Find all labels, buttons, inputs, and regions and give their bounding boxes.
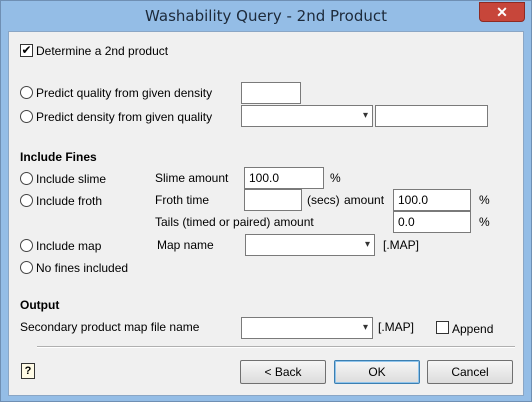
predict-quality-radio[interactable] — [20, 86, 33, 99]
separator — [37, 346, 515, 348]
froth-amount-label: amount — [344, 193, 385, 207]
slime-amount-input[interactable]: 100.0 — [244, 167, 324, 189]
slime-unit: % — [330, 171, 341, 185]
tails-label: Tails (timed or paired) amount — [155, 215, 314, 229]
chevron-down-icon: ▾ — [362, 322, 368, 333]
include-froth-radio[interactable] — [20, 194, 33, 207]
map-name-extension: [.MAP] — [383, 238, 420, 252]
include-slime-radio[interactable] — [20, 172, 33, 185]
predict-density-label: Predict density from given quality — [36, 110, 213, 124]
include-fines-heading: Include Fines — [20, 150, 97, 164]
froth-time-input[interactable] — [244, 189, 302, 211]
include-map-radio[interactable] — [20, 239, 33, 252]
include-froth-label: Include froth — [36, 194, 103, 208]
predict-density-quality-select[interactable]: ▾ — [241, 105, 373, 127]
tails-amount-input[interactable]: 0.0 — [393, 211, 471, 233]
help-icon[interactable]: ? — [21, 363, 35, 379]
determine-2nd-product-label: Determine a 2nd product — [36, 44, 169, 58]
ok-button[interactable]: OK — [334, 360, 420, 384]
output-heading: Output — [20, 298, 60, 312]
tails-amount-unit: % — [479, 215, 490, 229]
secondary-file-label: Secondary product map file name — [20, 320, 200, 334]
determine-2nd-product-checkbox[interactable]: ✔ — [20, 44, 33, 57]
window-title: Washability Query - 2nd Product — [145, 7, 387, 25]
slime-amount-label: Slime amount — [155, 171, 229, 185]
chevron-down-icon: ▾ — [362, 110, 368, 121]
predict-quality-label: Predict quality from given density — [36, 86, 213, 100]
map-name-select[interactable]: ▾ — [245, 234, 375, 256]
no-fines-radio[interactable] — [20, 261, 33, 274]
map-name-label: Map name — [157, 238, 214, 252]
froth-secs-label: (secs) — [307, 193, 340, 207]
froth-amount-unit: % — [479, 193, 490, 207]
close-button[interactable]: ✕ — [479, 2, 525, 22]
chevron-down-icon: ▾ — [364, 239, 370, 250]
append-checkbox[interactable] — [436, 321, 449, 334]
secondary-file-select[interactable]: ▾ — [241, 317, 373, 339]
froth-amount-input[interactable]: 100.0 — [393, 189, 471, 211]
predict-density-radio[interactable] — [20, 110, 33, 123]
append-label: Append — [452, 322, 494, 336]
back-button[interactable]: < Back — [240, 360, 326, 384]
include-slime-label: Include slime — [36, 172, 107, 186]
froth-time-label: Froth time — [155, 193, 210, 207]
secondary-file-extension: [.MAP] — [378, 320, 415, 334]
include-map-label: Include map — [36, 239, 102, 253]
dialog-window: Washability Query - 2nd Product ✕ ✔ Dete… — [0, 0, 532, 402]
no-fines-label: No fines included — [36, 261, 129, 275]
dialog-body: ✔ Determine a 2nd product Predict qualit… — [8, 31, 524, 396]
predict-quality-density-input[interactable] — [241, 82, 301, 104]
predict-density-value-input[interactable] — [375, 105, 488, 127]
cancel-button[interactable]: Cancel — [427, 360, 513, 384]
title-bar: Washability Query - 2nd Product ✕ — [1, 1, 531, 31]
